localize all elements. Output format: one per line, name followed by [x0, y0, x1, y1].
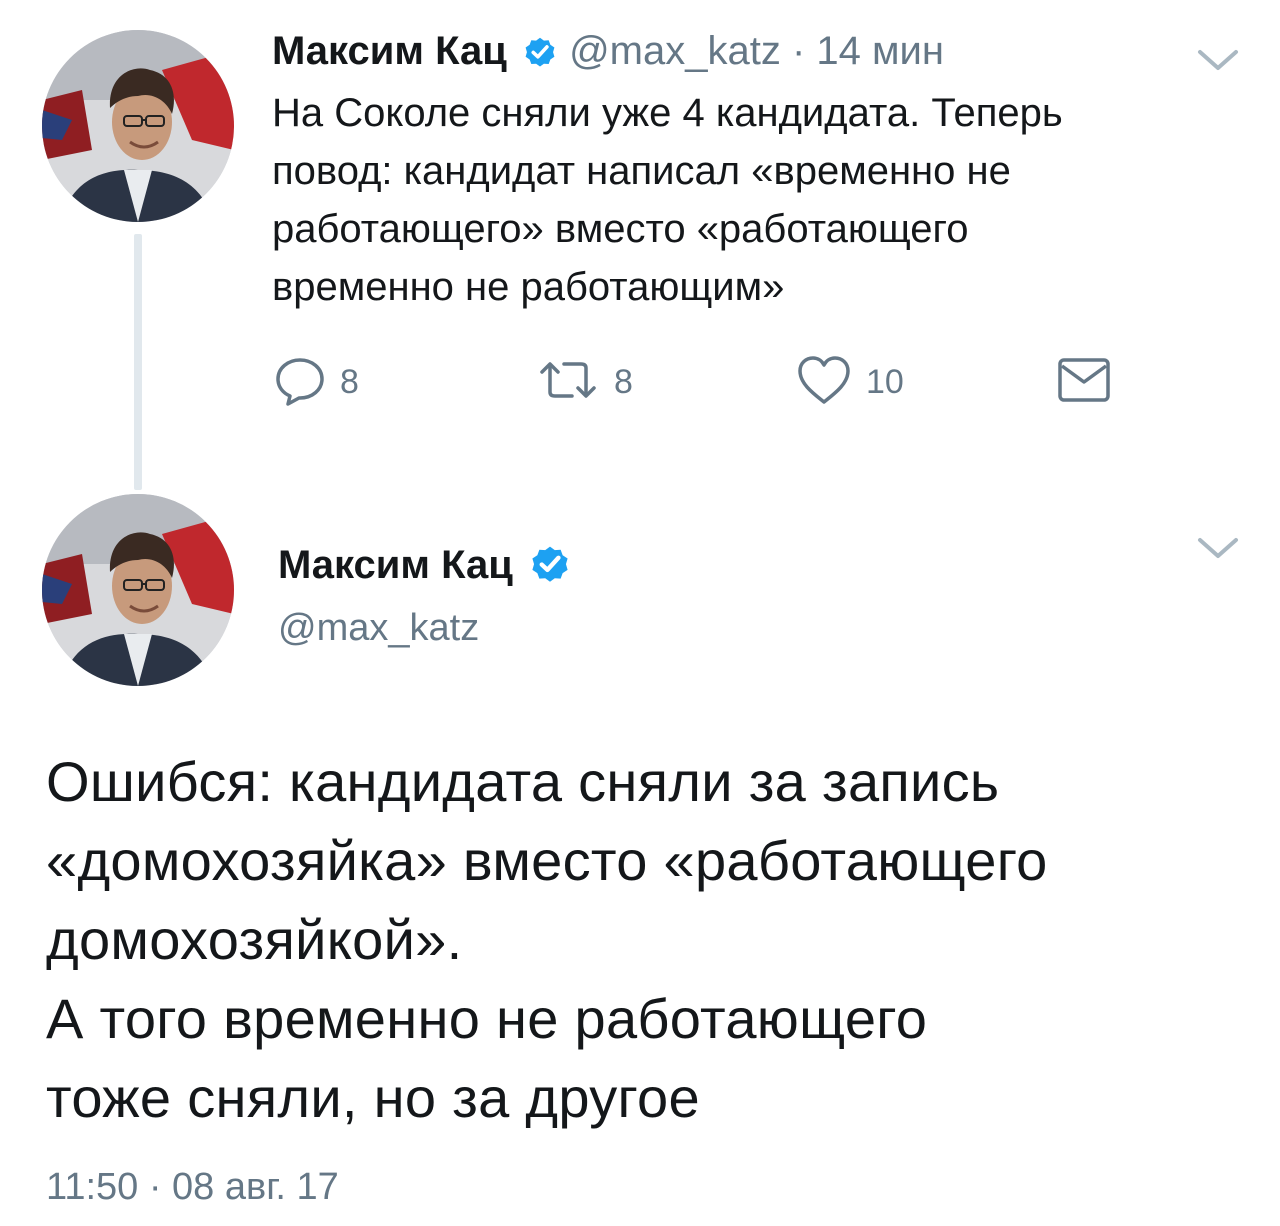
tweet-text-line: «домохозяйка» вместо «работающего	[46, 829, 1048, 892]
retweet-count: 8	[614, 362, 633, 401]
like-button[interactable]: 10	[794, 350, 904, 414]
reply-button[interactable]: 8	[272, 350, 359, 414]
retweet-button[interactable]: 8	[534, 350, 633, 414]
direct-message-button[interactable]	[1054, 350, 1114, 414]
avatar[interactable]	[42, 494, 234, 686]
like-count: 10	[866, 362, 904, 401]
tweet-text-line: Ошибся: кандидата сняли за запись	[46, 750, 1000, 813]
verified-badge-icon	[524, 542, 572, 592]
author-name[interactable]: Максим Кац	[272, 29, 507, 73]
author-handle[interactable]: @max_katz	[569, 29, 781, 73]
verified-badge-icon	[518, 28, 558, 78]
tweet-text-line: А того временно не работающего	[46, 987, 928, 1050]
heart-icon	[794, 352, 854, 413]
author-handle[interactable]: @max_katz	[278, 603, 479, 653]
tweet-text-line: На Соколе сняли уже 4 кандидата. Теперь	[272, 91, 1063, 135]
tweet-text-line: работающего» вместо «работающего	[272, 207, 969, 251]
chevron-down-icon[interactable]	[1196, 46, 1240, 76]
thread-connector-line	[134, 234, 142, 490]
reply-count: 8	[340, 362, 359, 401]
avatar[interactable]	[42, 30, 234, 222]
tweet-text-line: домохозяйкой».	[46, 908, 463, 971]
tweet-author: Максим Кац	[278, 540, 572, 592]
envelope-icon	[1054, 352, 1114, 413]
tweet-actions: 8 8 10	[272, 350, 1132, 414]
tweet-text-line: тоже сняли, но за другое	[46, 1066, 700, 1129]
tweet-time-ago[interactable]: 14 мин	[816, 29, 944, 73]
tweet-timestamp[interactable]: 11:50 · 08 авг. 17	[46, 1162, 339, 1212]
author-name[interactable]: Максим Кац	[278, 543, 513, 587]
tweet-text: На Соколе сняли уже 4 кандидата. Теперь …	[272, 84, 1202, 316]
tweet-header: Максим Кац @max_katz · 14 мин	[272, 26, 944, 78]
chevron-down-icon[interactable]	[1196, 534, 1240, 564]
tweet-text: Ошибся: кандидата сняли за запись «домох…	[46, 742, 1256, 1137]
tweet-text-line: повод: кандидат написал «временно не	[272, 149, 1011, 193]
header-separator: ·	[780, 29, 817, 73]
tweet-text-line: временно не работающим»	[272, 265, 785, 309]
retweet-icon	[534, 352, 602, 413]
reply-icon	[272, 352, 328, 413]
